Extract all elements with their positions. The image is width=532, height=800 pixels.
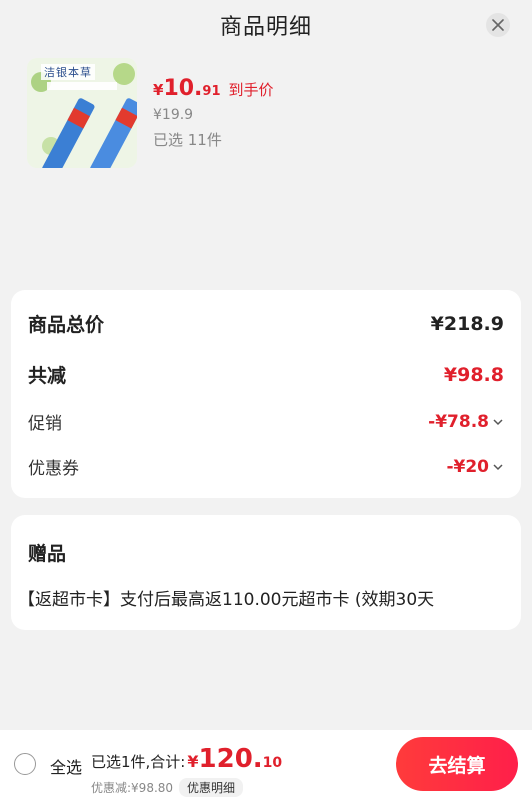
total-price-value: ¥218.9	[430, 312, 504, 335]
sheet-header: 商品明细	[0, 0, 532, 50]
close-icon	[492, 19, 504, 31]
sum-integer: 120.	[198, 744, 263, 774]
sum-symbol: ¥	[187, 752, 199, 771]
discount-text: 优惠减:¥98.80	[91, 781, 174, 795]
sheet-title: 商品明细	[219, 15, 312, 40]
gift-title: 赠品	[28, 543, 67, 565]
discount-line: 优惠减:¥98.80 优惠明细	[91, 778, 244, 797]
product-image[interactable]: 洁银本草	[27, 58, 137, 168]
product-info: ¥ 10. 91 到手价 ¥19.9 已选 11件	[153, 76, 274, 150]
price-tag: 到手价	[228, 81, 274, 99]
price-decimal: 91	[202, 84, 221, 99]
product-item: 洁银本草 ¥ 10. 91 到手价 ¥19.9 已选 11件	[27, 58, 507, 170]
chevron-down-icon	[493, 463, 503, 470]
total-price-label: 商品总价	[28, 314, 105, 336]
original-price: ¥19.9	[153, 107, 194, 123]
sum-line: 已选1件,合计: ¥ 120. 10	[91, 744, 282, 774]
radio-unchecked-icon[interactable]	[14, 753, 36, 775]
checkout-bar: 全选 已选1件,合计: ¥ 120. 10 优惠减:¥98.80 优惠明细 去结…	[0, 730, 532, 800]
promo-value: -¥78.8	[428, 411, 489, 432]
promo-value-group: -¥78.8	[428, 412, 504, 432]
total-reduce-row: 共减 ¥98.8	[28, 361, 504, 388]
summary-label: 已选1件,合计:	[91, 753, 186, 771]
checkout-button[interactable]: 去结算	[396, 737, 518, 791]
promo-row[interactable]: 促销 -¥78.8	[28, 409, 504, 434]
sum-decimal: 10	[262, 755, 283, 771]
price-symbol: ¥	[153, 81, 164, 99]
coupon-value-group: -¥20	[446, 457, 504, 477]
total-reduce-label: 共减	[28, 365, 67, 387]
price-integer: 10.	[163, 76, 203, 101]
coupon-row[interactable]: 优惠券 -¥20	[28, 454, 504, 479]
close-button[interactable]	[486, 13, 510, 37]
totals-card: 商品总价 ¥218.9 共减 ¥98.8 促销 -¥78.8 优惠券 -¥20	[11, 290, 521, 498]
promo-label: 促销	[28, 414, 62, 434]
chevron-down-icon	[493, 418, 503, 425]
gift-text: 【返超市卡】支付后最高返110.00元超市卡 (效期30天	[18, 590, 435, 610]
coupon-label: 优惠券	[28, 459, 79, 479]
final-price: ¥ 10. 91 到手价	[153, 76, 274, 101]
discount-detail-link[interactable]: 优惠明细	[179, 778, 244, 797]
select-all-label[interactable]: 全选	[50, 754, 82, 778]
gift-card: 赠品 【返超市卡】支付后最高返110.00元超市卡 (效期30天	[11, 515, 521, 630]
coupon-value: -¥20	[446, 456, 489, 477]
selected-count: 已选 11件	[153, 131, 222, 149]
total-reduce-value: ¥98.8	[443, 363, 504, 386]
total-price-row: 商品总价 ¥218.9	[28, 310, 504, 337]
product-image-title: 洁银本草	[41, 64, 95, 80]
